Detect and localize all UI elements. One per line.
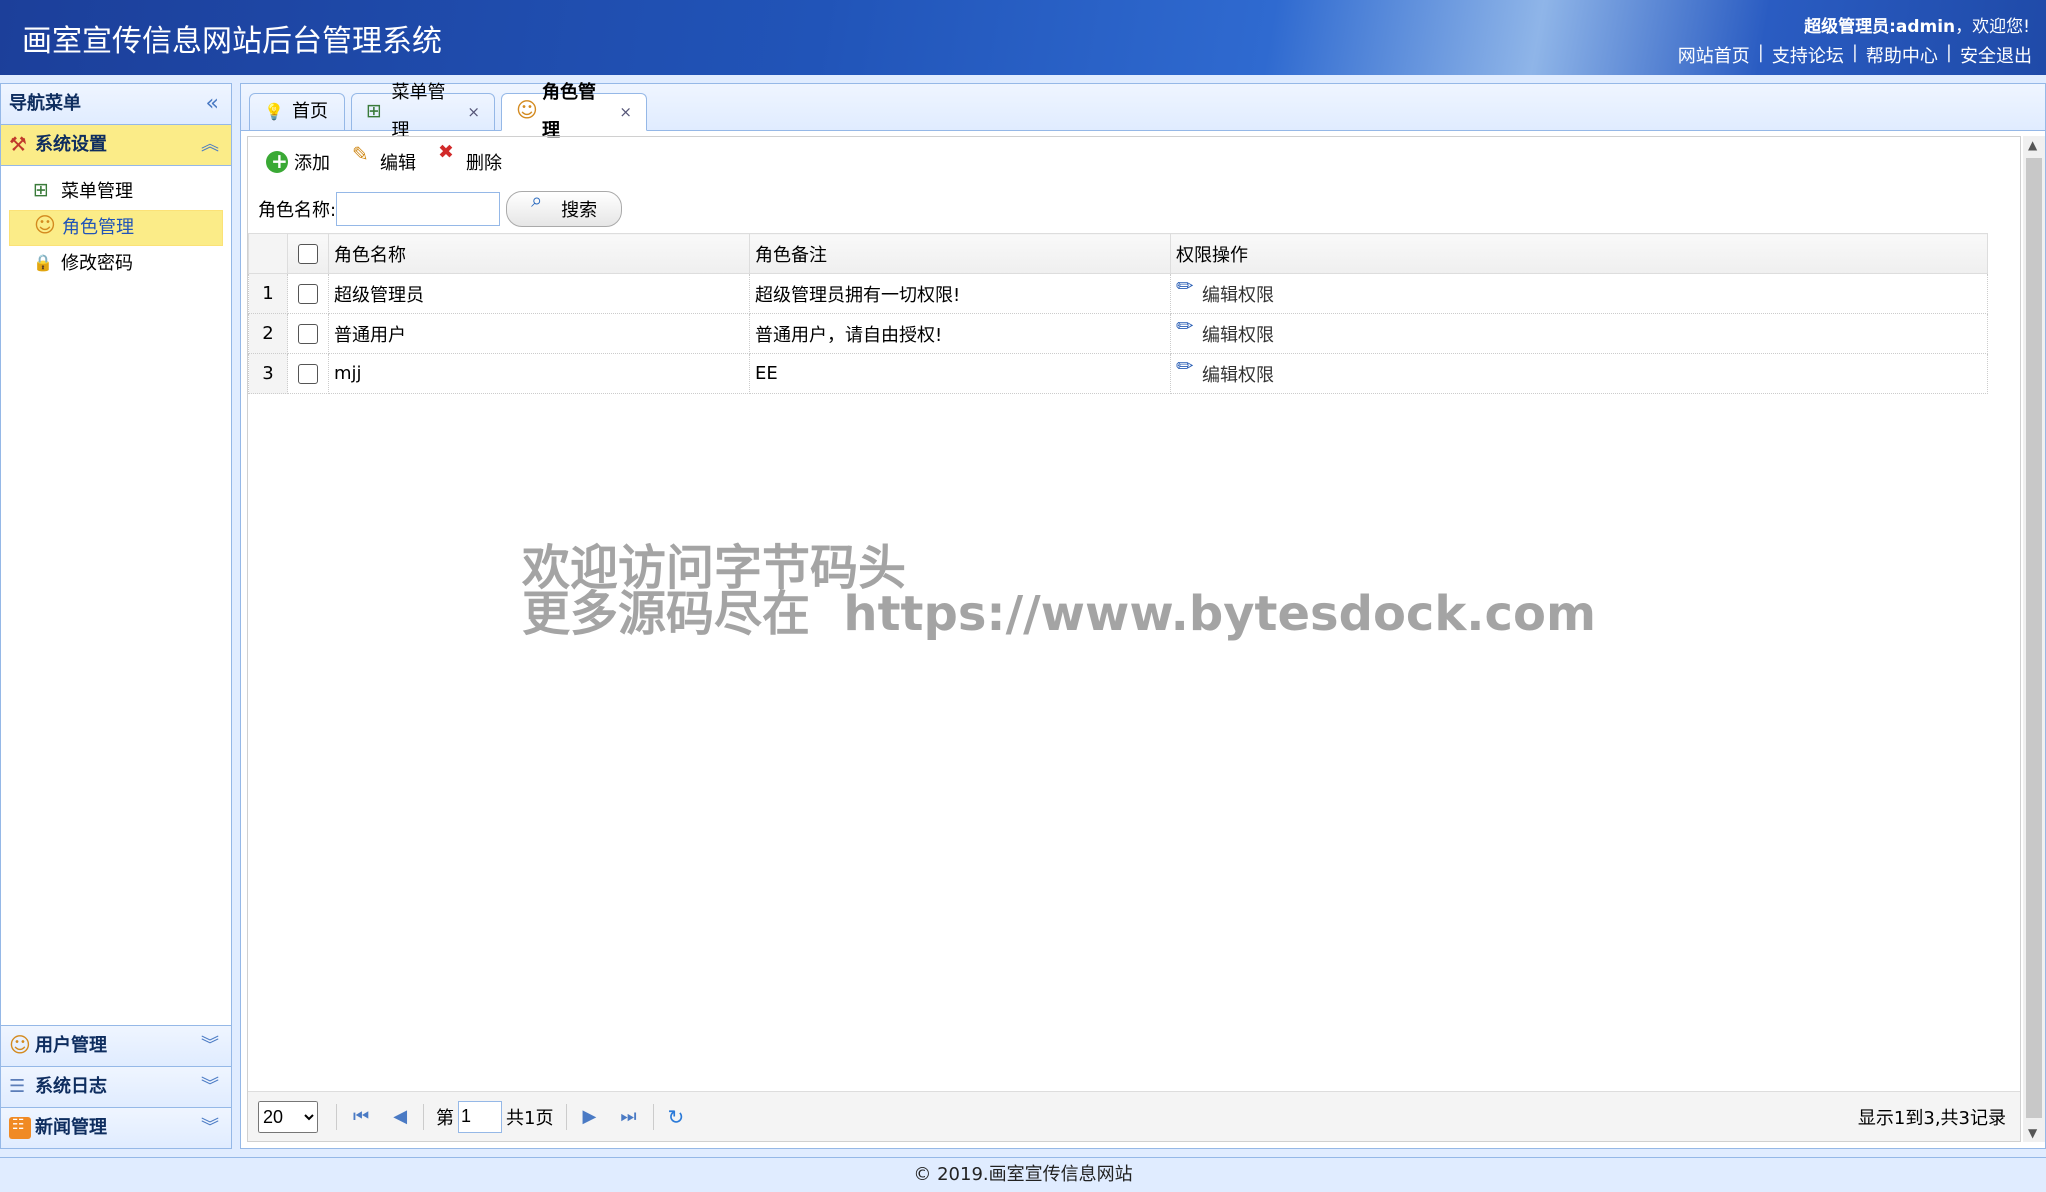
tab-bar: 首页 菜单管理 × 角色管理 × [241,82,2045,141]
tab-role-management[interactable]: 角色管理 × [501,82,647,141]
delete-button[interactable]: 删除 [438,141,502,175]
page-prefix: 第 [436,1107,455,1129]
pencil-icon [1176,314,1198,345]
tree-icon [33,172,55,208]
sidebar-title: 导航菜单 « [1,84,231,125]
accordion-news-management[interactable]: 新闻管理 ︾ [1,1105,231,1148]
table-header-row: 角色名称 角色备注 权限操作 [248,233,1988,274]
users-icon [516,91,538,129]
column-permission-action[interactable]: 权限操作 [1170,233,1988,274]
column-role-note[interactable]: 角色备注 [749,233,1171,274]
chevron-down-icon: ︾ [201,1076,219,1097]
pagination-bar: 20 ⏮ ◀ 第 共1页 ▶ ⏭ ↻ 显示1到3,共3记录 [248,1091,2020,1141]
lock-icon [33,245,55,281]
log-icon [9,1067,31,1107]
link-logout[interactable]: 安全退出 [1960,42,2032,68]
row-checkbox[interactable] [298,284,318,304]
last-page-icon[interactable]: ⏭ [620,1106,636,1127]
role-name-cell: mjj [328,353,750,394]
accordion-user-management[interactable]: 用户管理 ︾ [1,1025,231,1067]
accordion-system-settings[interactable]: 系统设置 ︽ [1,124,231,166]
role-name-cell: 超级管理员 [328,273,750,314]
select-all-checkbox[interactable] [298,244,318,264]
search-icon [531,188,553,220]
sidebar-item-role-management[interactable]: 角色管理 [9,207,223,246]
page-number-input[interactable] [458,1100,503,1133]
app-title: 画室宣传信息网站后台管理系统 [22,24,442,59]
role-table: 角色名称 角色备注 权限操作 1 超级管理员 超级管理员拥有一切权限! 编辑权限… [248,233,1988,394]
table-row[interactable]: 3 mjj EE 编辑权限 [248,353,1988,394]
page-footer: © 2019.画室宣传信息网站 [0,1157,2046,1192]
accordion-system-log[interactable]: 系统日志 ︾ [1,1067,231,1108]
add-button[interactable]: 添加 [266,149,330,175]
add-icon [266,149,288,173]
edit-permission-link[interactable]: 编辑权限 [1176,354,1982,387]
refresh-icon[interactable]: ↻ [668,1105,685,1129]
chevron-up-icon: ︽ [201,134,219,155]
sidebar-item-change-password[interactable]: 修改密码 [9,245,223,282]
row-number: 3 [248,353,288,394]
edit-button[interactable]: 编辑 [352,142,416,175]
table-row[interactable]: 1 超级管理员 超级管理员拥有一切权限! 编辑权限 [248,273,1988,314]
role-note-cell: 超级管理员拥有一切权限! [749,273,1171,314]
row-number: 1 [248,273,288,314]
watermark: 欢迎访问字节码头 更多源码尽在 https://www.bytesdock.co… [522,540,1596,642]
app-header: 画室宣传信息网站后台管理系统 超级管理员:admin，欢迎您! 网站首页 | 支持… [0,0,2046,75]
row-number: 2 [248,313,288,354]
link-support-forum[interactable]: 支持论坛 [1772,42,1844,68]
collapse-left-icon[interactable]: « [206,84,219,124]
scrollbar-thumb[interactable] [2026,158,2042,1118]
welcome-text: 超级管理员:admin，欢迎您! [1804,17,2030,37]
search-button[interactable]: 搜索 [506,188,623,227]
role-name-search-input[interactable] [336,192,501,226]
tab-home[interactable]: 首页 [249,93,345,131]
role-note-cell: EE [749,353,1171,394]
users-icon [34,207,56,243]
users-icon [9,1025,31,1065]
prev-page-icon[interactable]: ◀ [393,1106,407,1127]
row-checkbox[interactable] [298,324,318,344]
rss-icon [9,1105,31,1145]
scroll-down-icon[interactable]: ▼ [2028,1126,2037,1140]
link-help-center[interactable]: 帮助中心 [1866,42,1938,68]
row-checkbox[interactable] [298,364,318,384]
link-site-home[interactable]: 网站首页 [1678,42,1750,68]
column-role-name[interactable]: 角色名称 [328,233,750,274]
record-info: 显示1到3,共3记录 [1857,1107,2006,1129]
edit-permission-link[interactable]: 编辑权限 [1176,274,1982,307]
tools-icon [9,124,31,164]
vertical-scrollbar[interactable]: ▲ ▼ [2023,136,2045,1142]
first-page-icon[interactable]: ⏮ [353,1106,369,1127]
settings-tree: 菜单管理 角色管理 修改密码 [1,166,231,290]
search-bar: 角色名称: 搜索 [248,187,2020,231]
delete-icon [438,141,460,173]
scroll-up-icon[interactable]: ▲ [2028,138,2037,152]
page-size-select[interactable]: 20 [258,1100,318,1133]
edit-permission-link[interactable]: 编辑权限 [1176,314,1982,347]
header-links: 网站首页 | 支持论坛 | 帮助中心 | 安全退出 [1677,42,2032,68]
role-note-cell: 普通用户，请自由授权! [749,313,1171,354]
tab-menu-management[interactable]: 菜单管理 × [351,82,495,141]
table-row[interactable]: 2 普通用户 普通用户，请自由授权! 编辑权限 [248,313,1988,354]
chevron-down-icon: ︾ [201,1035,219,1056]
close-icon[interactable]: × [467,93,480,131]
role-name-cell: 普通用户 [328,313,750,354]
page-total: 共1页 [506,1107,554,1129]
nav-sidebar: 导航菜单 « 系统设置 ︽ 菜单管理 角色管理 修改密码 用户管理 ︾ 系统日志… [0,83,232,1149]
bulb-icon [264,93,286,131]
edit-icon [352,142,374,173]
sidebar-item-menu-management[interactable]: 菜单管理 [9,172,223,210]
tree-icon [366,92,386,130]
grid-toolbar: 添加 编辑 删除 [248,137,2020,187]
search-label: 角色名称: [258,200,337,221]
next-page-icon[interactable]: ▶ [583,1106,597,1127]
chevron-down-icon: ︾ [201,1117,219,1138]
pencil-icon [1176,354,1198,385]
current-user: 超级管理员:admin [1804,17,1956,37]
close-icon[interactable]: × [619,93,632,131]
pencil-icon [1176,274,1198,305]
